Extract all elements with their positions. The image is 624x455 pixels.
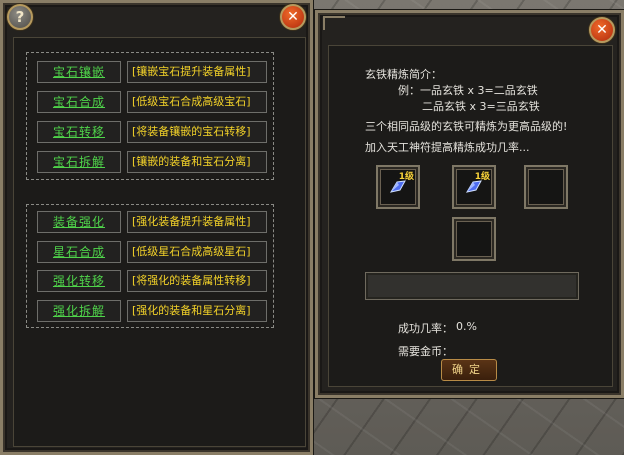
- material-slot[interactable]: 1级: [452, 165, 496, 209]
- menu-row: 宝石转移 [将装备镶嵌的宝石转移]: [27, 121, 275, 143]
- menu-description: [镶嵌的装备和宝石分离]: [127, 151, 267, 173]
- gem-combine-button[interactable]: 宝石合成: [37, 91, 121, 113]
- intro-rule-line: 三个相同品级的玄铁可精炼为更高品级的!: [365, 120, 568, 133]
- corner-ornament: [323, 16, 345, 30]
- menu-description: [镶嵌宝石提升装备属性]: [127, 61, 267, 83]
- intro-example-line: 例：一品玄铁 x 3=二品玄铁: [398, 84, 538, 97]
- enhance-dismantle-button[interactable]: 强化拆解: [37, 300, 121, 322]
- gem-dismantle-button[interactable]: 宝石拆解: [37, 151, 121, 173]
- gem-menu-group: 宝石镶嵌 [镶嵌宝石提升装备属性] 宝石合成 [低级宝石合成高级宝石] 宝石转移…: [26, 52, 274, 180]
- close-icon[interactable]: ✕: [280, 4, 306, 30]
- menu-row: 宝石拆解 [镶嵌的装备和宝石分离]: [27, 151, 275, 173]
- menu-row: 装备强化 [强化装备提升装备属性]: [27, 211, 275, 233]
- menu-description: [强化装备提升装备属性]: [127, 211, 267, 233]
- menu-row: 宝石合成 [低级宝石合成高级宝石]: [27, 91, 275, 113]
- gem-transfer-button[interactable]: 宝石转移: [37, 121, 121, 143]
- menu-row: 星石合成 [低级星石合成高级星石]: [27, 241, 275, 263]
- intro-example-line: 二品玄铁 x 3=三品玄铁: [422, 100, 540, 113]
- close-icon[interactable]: ✕: [589, 17, 615, 43]
- intro-title: 玄铁精炼简介：: [365, 68, 442, 81]
- menu-description: [低级宝石合成高级宝石]: [127, 91, 267, 113]
- talisman-slot[interactable]: [452, 217, 496, 261]
- help-icon[interactable]: ?: [7, 4, 33, 30]
- material-slot[interactable]: [524, 165, 568, 209]
- enhance-transfer-button[interactable]: 强化转移: [37, 270, 121, 292]
- material-slot[interactable]: 1级: [376, 165, 420, 209]
- level-badge: 1级: [398, 172, 414, 182]
- menu-row: 强化拆解 [强化的装备和星石分离]: [27, 300, 275, 322]
- equip-enhance-button[interactable]: 装备强化: [37, 211, 121, 233]
- success-rate-label: 成功几率：: [398, 322, 453, 335]
- confirm-button[interactable]: 确定: [441, 359, 497, 381]
- menu-row: 强化转移 [将强化的装备属性转移]: [27, 270, 275, 292]
- menu-description: [将强化的装备属性转移]: [127, 270, 267, 292]
- gem-inlay-button[interactable]: 宝石镶嵌: [37, 61, 121, 83]
- intro-hint-line: 加入天工神符提高精炼成功几率...: [365, 141, 530, 154]
- success-rate-value: 0.%: [456, 320, 477, 333]
- gold-label: 需要金币：: [398, 345, 453, 358]
- result-display-bar: [365, 272, 579, 300]
- menu-row: 宝石镶嵌 [镶嵌宝石提升装备属性]: [27, 61, 275, 83]
- star-stone-combine-button[interactable]: 星石合成: [37, 241, 121, 263]
- menu-description: [低级星石合成高级星石]: [127, 241, 267, 263]
- level-badge: 1级: [474, 172, 490, 182]
- menu-description: [将装备镶嵌的宝石转移]: [127, 121, 267, 143]
- menu-description: [强化的装备和星石分离]: [127, 300, 267, 322]
- enhance-menu-group: 装备强化 [强化装备提升装备属性] 星石合成 [低级星石合成高级星石] 强化转移…: [26, 204, 274, 328]
